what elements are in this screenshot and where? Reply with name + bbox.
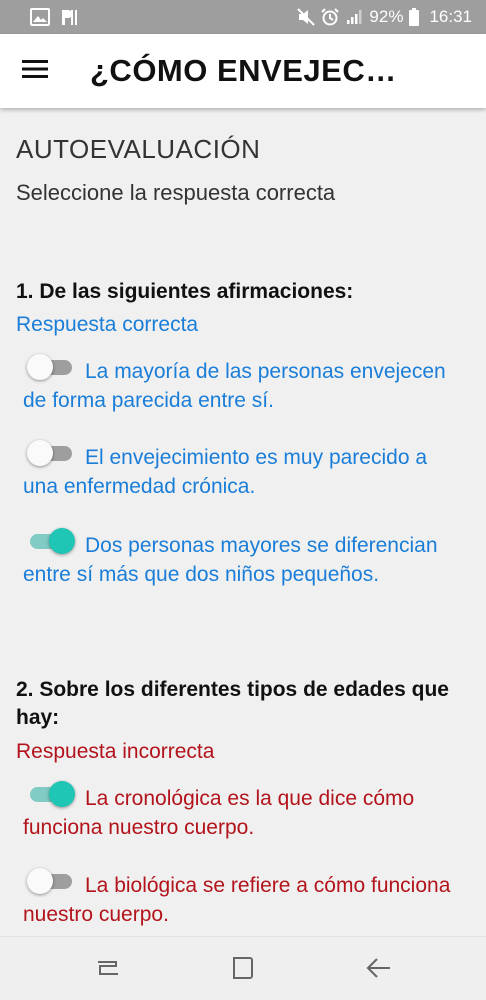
status-left (30, 8, 80, 26)
home-icon (230, 955, 256, 986)
option-label: La cronológica es la que dice cómo funci… (23, 787, 415, 839)
status-right: 92% 16:31 (297, 7, 472, 27)
navigation-bar (0, 936, 486, 1000)
main-content[interactable]: AUTOEVALUACIÓN Seleccione la respuesta c… (0, 108, 486, 936)
recent-apps-button[interactable] (93, 955, 123, 985)
image-icon (30, 8, 50, 26)
mute-icon (297, 8, 316, 26)
back-button[interactable] (364, 955, 394, 985)
question-2-option-1[interactable]: La cronológica es la que dice cómo funci… (23, 781, 463, 842)
question-1-option-2[interactable]: El envejecimiento es muy parecido a una … (23, 440, 463, 501)
battery-percent: 92% (369, 7, 404, 26)
clock: 16:31 (429, 7, 472, 26)
question-1-option-1[interactable]: La mayoría de las personas envejecen de … (23, 354, 463, 415)
page-heading: AUTOEVALUACIÓN (16, 134, 261, 164)
toggle-switch[interactable] (27, 528, 77, 554)
app-title: ¿CÓMO ENVEJEC… (90, 53, 397, 88)
signal-icon (345, 8, 363, 26)
page-subtitle: Seleccione la respuesta correcta (16, 180, 336, 205)
status-bar: 92% 16:31 (0, 0, 486, 34)
menu-button[interactable] (18, 54, 52, 88)
option-label: La biológica se refiere a cómo funciona … (23, 874, 451, 926)
battery-icon (409, 8, 420, 26)
question-1-text: 1. De las siguientes afirmaciones: (16, 280, 354, 303)
question-1-option-3[interactable]: Dos personas mayores se diferencian entr… (23, 528, 463, 589)
back-icon (366, 956, 392, 985)
home-button[interactable] (228, 955, 258, 985)
toggle-switch[interactable] (27, 781, 77, 807)
toggle-switch[interactable] (27, 868, 77, 894)
alarm-icon (321, 8, 340, 26)
toggle-switch[interactable] (27, 440, 77, 466)
question-1-result: Respuesta correcta (16, 313, 199, 336)
app-bar: ¿CÓMO ENVEJEC… (0, 34, 486, 108)
recent-apps-icon (95, 957, 121, 984)
question-2-text: 2. Sobre los diferentes tipos de edades … (16, 678, 449, 729)
question-2-option-2[interactable]: La biológica se refiere a cómo funciona … (23, 868, 463, 929)
option-label: El envejecimiento es muy parecido a una … (23, 446, 428, 498)
option-label: La mayoría de las personas envejecen de … (23, 360, 446, 412)
toggle-switch[interactable] (27, 354, 77, 380)
hamburger-menu-icon (22, 59, 48, 84)
option-label: Dos personas mayores se diferencian entr… (23, 534, 438, 586)
p-notification-icon (60, 8, 80, 26)
question-2-result: Respuesta incorrecta (16, 740, 215, 763)
